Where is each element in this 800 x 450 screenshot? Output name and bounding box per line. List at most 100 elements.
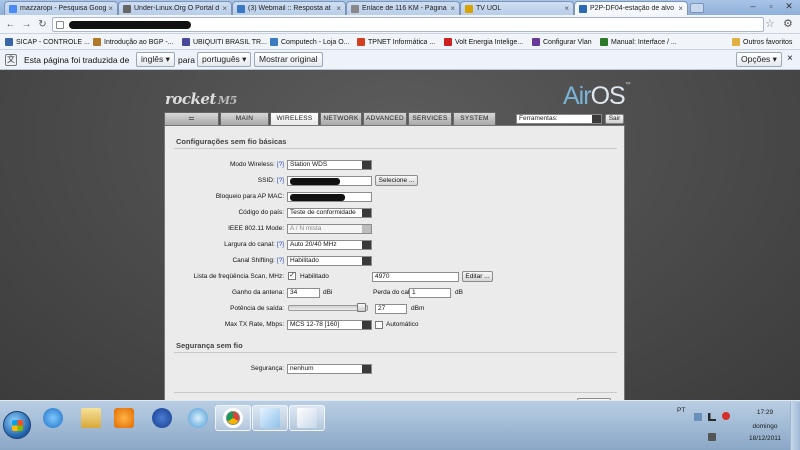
channel-shifting-help[interactable]: [?]	[277, 257, 284, 264]
tools-select[interactable]: Ferramentas:	[516, 114, 602, 124]
wireless-settings-panel: Configurações sem fio básicas Modo Wirel…	[164, 125, 625, 400]
minimize-icon[interactable]: –	[744, 0, 762, 12]
bookmark-item[interactable]: Volt Energia Intelige...	[444, 37, 523, 47]
antenna-gain-unit: dBi	[323, 289, 333, 296]
ap-mac-input[interactable]	[287, 192, 372, 202]
clock-time[interactable]: 17:29	[745, 409, 785, 416]
channel-shifting-select[interactable]: Habilitado	[287, 256, 372, 266]
tab-favicon-icon	[123, 4, 131, 13]
scan-list-edit-button[interactable]: Editar ...	[462, 271, 493, 282]
close-window-icon[interactable]: ✕	[780, 0, 798, 12]
tab-ubnt-logo[interactable]: ⚌	[164, 112, 219, 125]
browser-tab[interactable]: Under-Linux.Org O Portal d ×	[118, 1, 232, 15]
cable-loss-input[interactable]: 1	[409, 288, 451, 298]
scan-list-checkbox[interactable]: ✓	[288, 272, 296, 280]
tab-main[interactable]: MAIN	[220, 112, 269, 125]
security-select[interactable]: nenhum	[287, 364, 372, 374]
tab-close-icon[interactable]: ×	[564, 4, 569, 13]
taskbar-hp-icon[interactable]	[144, 405, 180, 431]
tray-arrow-icon[interactable]	[694, 413, 702, 421]
translate-options-button[interactable]: Opções ▾	[736, 52, 782, 67]
tab-wireless[interactable]: WIRELESS	[270, 112, 319, 125]
tab-network[interactable]: NETWORK	[320, 112, 362, 125]
tab-close-icon[interactable]: ×	[678, 4, 683, 13]
bookmark-item[interactable]: Manual: Interface / ...	[600, 37, 677, 47]
antenna-gain-input[interactable]: 34	[287, 288, 320, 298]
channel-width-select[interactable]: Auto 20/40 MHz	[287, 240, 372, 250]
new-tab-button[interactable]	[690, 3, 704, 13]
browser-tab-active[interactable]: P2P-DF04-estação de alvo ×	[574, 1, 688, 15]
bookmark-item[interactable]: Introdução ao BGP -...	[93, 37, 174, 47]
close-translate-icon[interactable]: ×	[787, 53, 793, 64]
network-signal-icon[interactable]	[708, 413, 716, 421]
other-bookmarks[interactable]: Outros favoritos	[732, 37, 792, 47]
reload-icon[interactable]: ↻	[36, 18, 49, 31]
start-button[interactable]	[3, 411, 31, 439]
forward-icon[interactable]: →	[20, 18, 33, 31]
tab-system[interactable]: SYSTEM	[453, 112, 496, 125]
options-label: Opções	[741, 54, 771, 64]
volume-muted-icon[interactable]	[722, 412, 730, 420]
tab-close-icon[interactable]: ×	[108, 4, 113, 13]
ssid-input[interactable]	[287, 176, 372, 186]
language-indicator[interactable]: PT	[677, 407, 685, 414]
tab-advanced[interactable]: ADVANCED	[363, 112, 407, 125]
output-power-input[interactable]: 27	[375, 304, 407, 314]
output-power-slider-thumb[interactable]	[357, 303, 366, 312]
tab-close-icon[interactable]: ×	[336, 4, 341, 13]
bookmark-star-icon[interactable]: ☆	[765, 17, 775, 30]
taskbar-explorer-icon[interactable]	[73, 405, 109, 431]
taskbar-chrome-icon[interactable]	[215, 405, 251, 431]
output-power-label: Potência de saída:	[230, 305, 284, 312]
ssid-label: SSID: [?]	[258, 177, 284, 184]
channel-width-help[interactable]: [?]	[277, 241, 284, 248]
output-power-slider[interactable]	[288, 305, 368, 311]
bookmark-item[interactable]: TPNET Informática ...	[357, 37, 435, 47]
scan-list-input[interactable]: 4970	[372, 272, 459, 282]
bookmark-label: Volt Energia Intelige...	[455, 38, 524, 46]
target-language-select[interactable]: português ▾	[197, 52, 252, 67]
show-desktop-button[interactable]	[790, 402, 800, 450]
country-select[interactable]: Teste de conformidade	[287, 208, 372, 218]
browser-tab[interactable]: TV UOL ×	[460, 1, 574, 15]
taskbar-window-icon[interactable]	[252, 405, 288, 431]
logout-button[interactable]: Sair	[605, 114, 624, 124]
bookmark-item[interactable]: SICAP - CONTROLE ...	[5, 37, 90, 47]
taskbar-paint-icon[interactable]	[289, 405, 325, 431]
bookmark-favicon-icon	[444, 38, 452, 46]
taskbar-app-icon[interactable]	[180, 405, 216, 431]
back-icon[interactable]: ←	[4, 18, 17, 31]
browser-tab[interactable]: (3) Webmail :: Resposta at ×	[232, 1, 346, 15]
browser-tab[interactable]: mazzaropi - Pesquisa Goog ×	[4, 1, 118, 15]
ieee-mode-select[interactable]: A / N mista	[287, 224, 372, 234]
address-bar[interactable]	[52, 17, 764, 32]
tab-close-icon[interactable]: ×	[222, 4, 227, 13]
taskbar-media-icon[interactable]	[106, 405, 142, 431]
ssid-help[interactable]: [?]	[277, 177, 284, 184]
tab-services[interactable]: SERVICES	[408, 112, 452, 125]
section-divider	[174, 352, 617, 353]
bookmark-favicon-icon	[5, 38, 13, 46]
internet-explorer-icon	[43, 408, 63, 428]
output-power-unit: dBm	[411, 305, 425, 312]
show-original-button[interactable]: Mostrar original	[254, 52, 323, 67]
taskbar-ie-icon[interactable]	[35, 405, 71, 431]
wireless-mode-select[interactable]: Station WDS	[287, 160, 372, 170]
bookmark-item[interactable]: UBIQUITI BRASIL TR...	[182, 37, 267, 47]
tab-favicon-icon	[579, 4, 587, 13]
auto-rate-checkbox[interactable]	[375, 321, 383, 329]
maximize-icon[interactable]: ▫	[762, 0, 780, 12]
browser-tab[interactable]: Enlace de 116 KM - Página ×	[346, 1, 460, 15]
source-language-select[interactable]: inglês ▾	[136, 52, 175, 67]
security-label: Segurança:	[250, 365, 284, 372]
ssid-select-button[interactable]: Selecione ...	[375, 175, 418, 186]
bookmark-item[interactable]: Computech - Loja O...	[270, 37, 349, 47]
translate-icon: 文	[5, 54, 17, 66]
max-tx-rate-select[interactable]: MCS 12-78 [160]	[287, 320, 372, 330]
tab-close-icon[interactable]: ×	[450, 4, 455, 13]
wireless-mode-help[interactable]: [?]	[277, 161, 284, 168]
bookmark-item[interactable]: Configurar Vlan	[532, 37, 592, 47]
wrench-menu-icon[interactable]: ⚙	[783, 17, 793, 30]
translate-message: Esta página foi traduzida de	[24, 55, 130, 65]
battery-icon[interactable]	[708, 433, 716, 441]
